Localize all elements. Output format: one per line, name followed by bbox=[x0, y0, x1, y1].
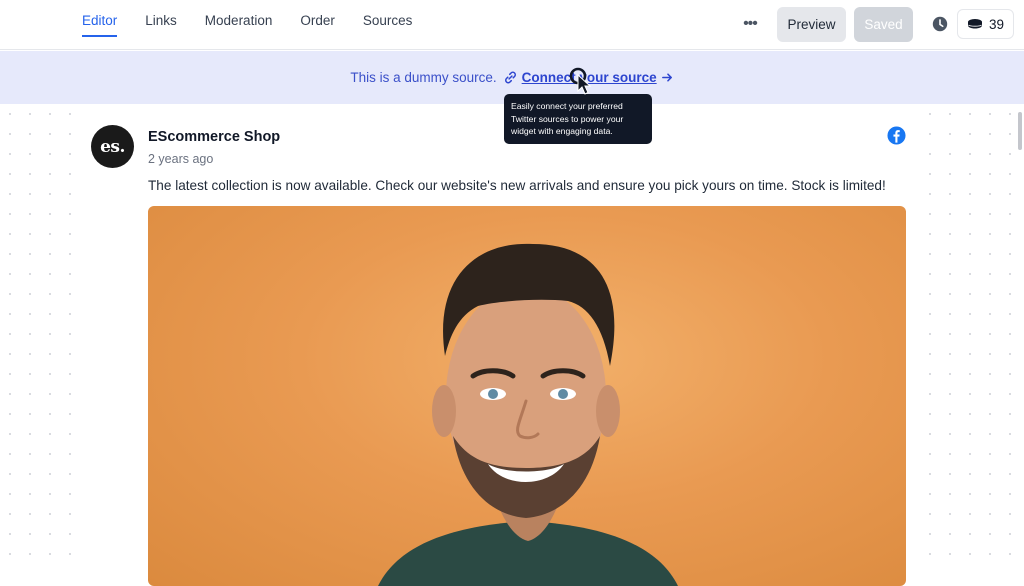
tab-editor[interactable]: Editor bbox=[82, 0, 118, 37]
mouse-cursor-icon bbox=[569, 67, 592, 95]
post-image bbox=[148, 206, 906, 586]
link-icon bbox=[504, 71, 516, 84]
credits-count: 39 bbox=[988, 16, 1004, 32]
more-options-button[interactable]: ••• bbox=[737, 11, 763, 37]
tab-moderation[interactable]: Moderation bbox=[205, 0, 273, 37]
banner-text: This is a dummy source. bbox=[350, 70, 497, 85]
credits-badge[interactable]: 39 bbox=[956, 9, 1014, 39]
clock-icon[interactable] bbox=[931, 15, 949, 33]
editor-tabs: Editor Links Moderation Order Sources bbox=[82, 0, 412, 50]
tab-links[interactable]: Links bbox=[145, 0, 177, 37]
coins-icon bbox=[967, 19, 982, 29]
facebook-icon bbox=[887, 126, 906, 145]
avatar: es. bbox=[91, 125, 134, 168]
toolbar-actions: ••• Preview Saved 39 bbox=[737, 6, 1014, 42]
tab-sources[interactable]: Sources bbox=[363, 0, 413, 37]
post-author: EScommerce Shop bbox=[148, 129, 281, 145]
post-text: The latest collection is now available. … bbox=[148, 178, 886, 193]
connect-source-tooltip: Easily connect your preferred Twitter so… bbox=[504, 94, 652, 144]
arrow-right-icon bbox=[661, 73, 672, 82]
canvas-scrollbar[interactable] bbox=[1018, 112, 1022, 150]
tab-order[interactable]: Order bbox=[300, 0, 335, 37]
post-card[interactable]: es. EScommerce Shop 2 years ago The late… bbox=[72, 104, 928, 586]
saved-button[interactable]: Saved bbox=[853, 6, 913, 42]
top-toolbar: Editor Links Moderation Order Sources ••… bbox=[0, 0, 1024, 50]
portrait-illustration bbox=[378, 243, 678, 586]
post-time: 2 years ago bbox=[148, 152, 214, 166]
preview-button[interactable]: Preview bbox=[776, 6, 846, 42]
